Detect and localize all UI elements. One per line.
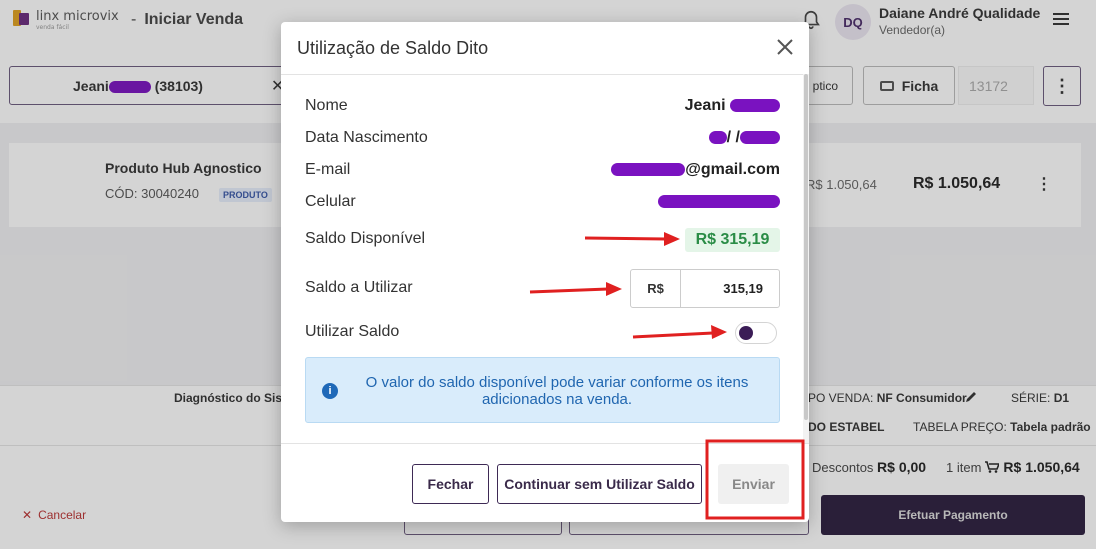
utilizar-saldo-label: Utilizar Saldo [305, 323, 400, 340]
fechar-button[interactable]: Fechar [412, 464, 489, 504]
data-nascimento-value: / / [708, 129, 780, 147]
redaction-mark [611, 163, 686, 177]
email-label: E-mail [305, 161, 351, 178]
info-text: O valor do saldo disponível pode variar … [365, 374, 749, 408]
email-value-text: @gmail.com [685, 161, 780, 178]
celular-value [658, 193, 780, 211]
close-icon[interactable] [775, 37, 795, 57]
modal-title: Utilização de Saldo Dito [297, 38, 489, 58]
data-nascimento-text: / / [726, 129, 740, 146]
saldo-dito-modal: Utilização de Saldo Dito Nome Jeani Data… [281, 22, 809, 522]
celular-label: Celular [305, 193, 356, 210]
redaction-mark [658, 195, 780, 209]
saldo-utilizar-input[interactable]: R$ 315,19 [630, 269, 780, 308]
redaction-mark [730, 99, 780, 113]
enviar-button[interactable]: Enviar [718, 464, 789, 504]
toggle-knob [739, 326, 753, 340]
saldo-disponivel-label: Saldo Disponível [305, 230, 426, 247]
info-alert: i O valor do saldo disponível pode varia… [305, 357, 780, 423]
redaction-mark [708, 131, 727, 145]
saldo-disponivel-badge: R$ 315,19 [685, 228, 780, 252]
modal-header-divider [281, 74, 809, 75]
saldo-utilizar-value[interactable]: 315,19 [681, 270, 779, 307]
saldo-utilizar-label: Saldo a Utilizar [305, 279, 413, 296]
currency-prefix: R$ [631, 270, 681, 307]
info-icon: i [322, 383, 338, 399]
modal-scrollbar[interactable] [803, 74, 809, 443]
modal-footer-divider [281, 443, 809, 444]
nome-label: Nome [305, 97, 348, 114]
nome-value-text: Jeani [684, 97, 726, 114]
redaction-mark [740, 131, 780, 145]
data-nascimento-label: Data Nascimento [305, 129, 428, 146]
continuar-sem-saldo-button[interactable]: Continuar sem Utilizar Saldo [497, 464, 702, 504]
email-value: @gmail.com [611, 161, 780, 179]
nome-value: Jeani [685, 97, 780, 115]
scrollbar-thumb[interactable] [804, 74, 808, 420]
utilizar-saldo-toggle[interactable] [735, 322, 777, 344]
